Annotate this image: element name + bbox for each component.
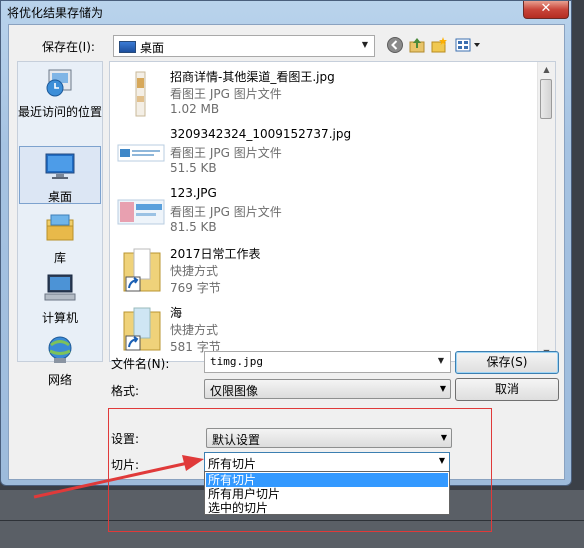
annotation-arrow-icon [33,455,204,499]
